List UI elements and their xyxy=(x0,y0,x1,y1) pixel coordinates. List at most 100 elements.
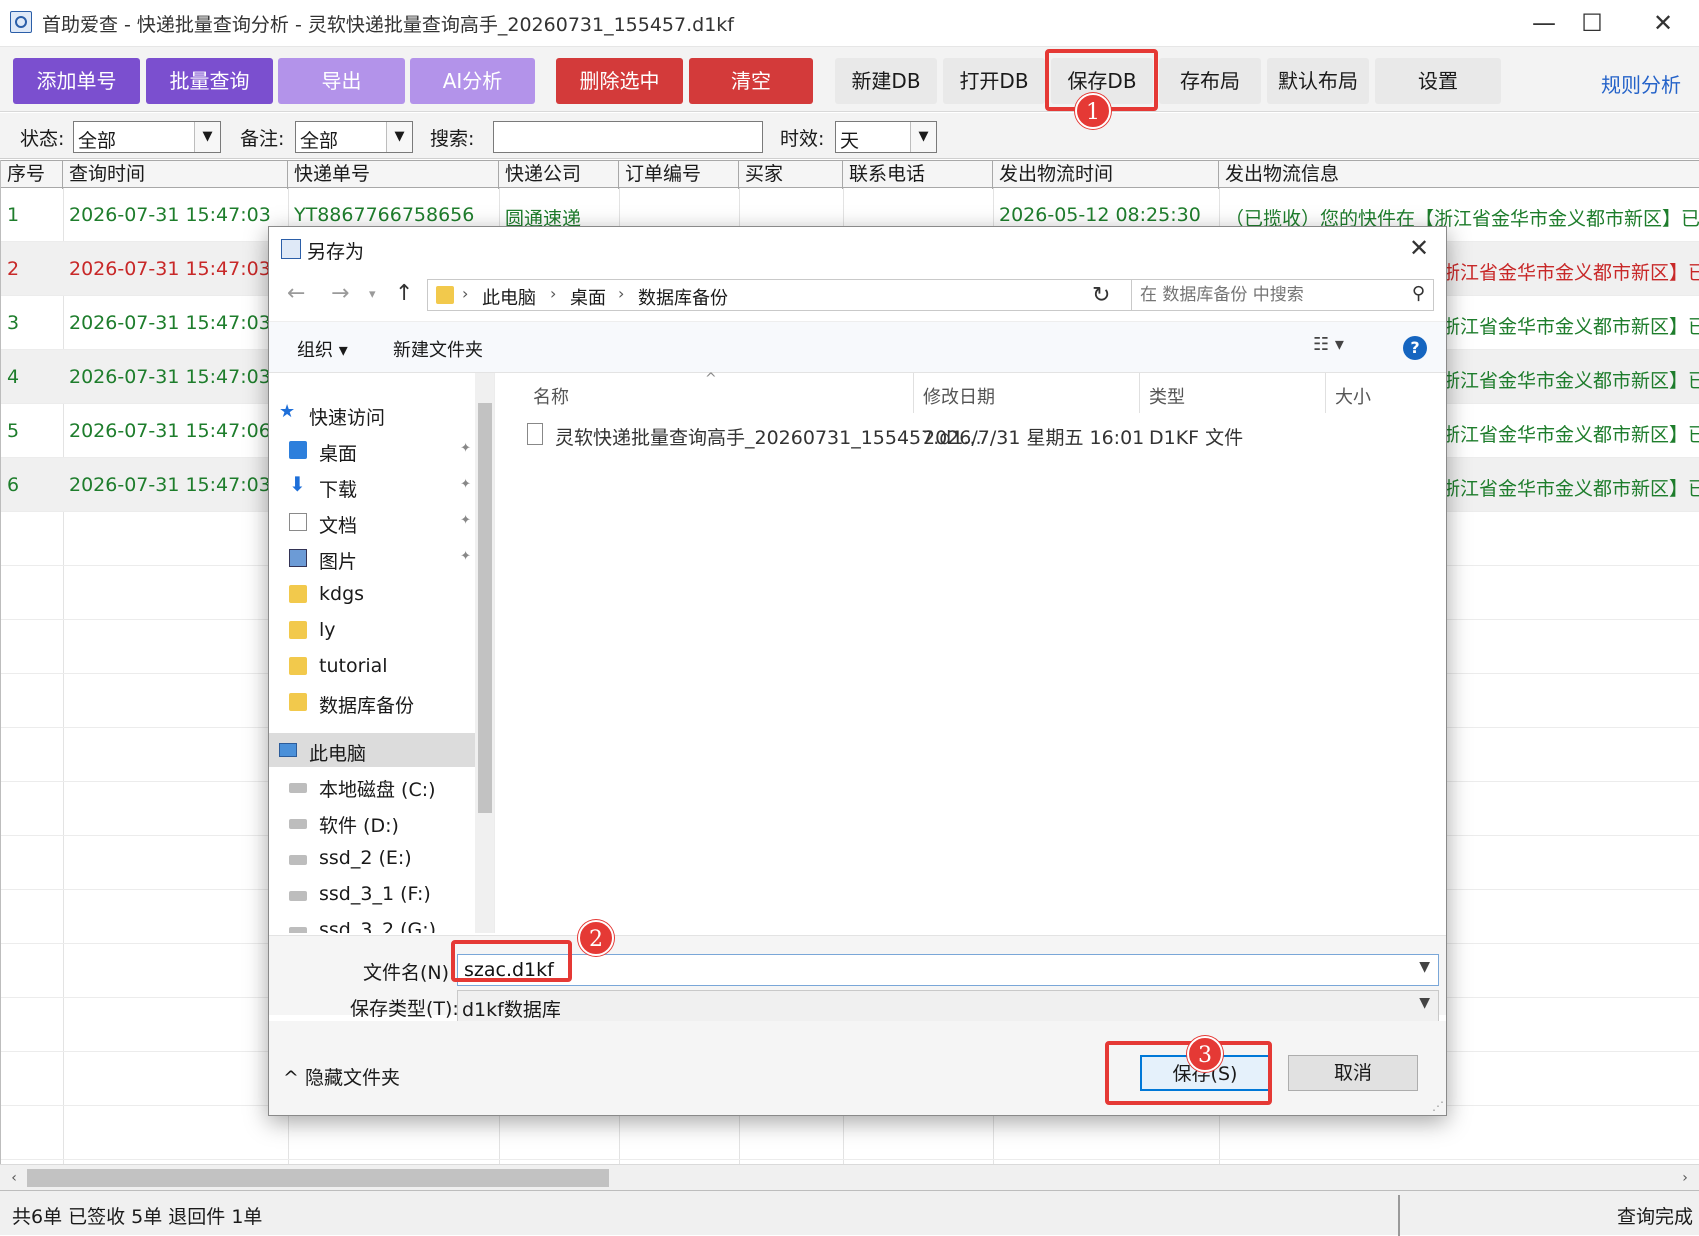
scrollbar-thumb[interactable] xyxy=(478,403,492,813)
minimize-button[interactable]: — xyxy=(1526,6,1562,40)
folder-search-input[interactable] xyxy=(1138,282,1398,308)
save-layout-button[interactable]: 存布局 xyxy=(1159,58,1261,104)
age-filter-value: 天 xyxy=(840,130,860,152)
nav-item[interactable]: 此电脑 xyxy=(269,733,477,767)
search-icon[interactable]: ⚲ xyxy=(1412,283,1425,304)
cancel-button[interactable]: 取消 xyxy=(1288,1055,1418,1091)
close-window-button[interactable]: ✕ xyxy=(1645,6,1681,40)
nav-item[interactable]: 桌面 ✦ xyxy=(269,433,477,467)
export-button[interactable]: 导出 xyxy=(278,58,405,104)
status-filter-value: 全部 xyxy=(78,130,117,152)
nav-item-label: ssd_3_1 (F:) xyxy=(319,883,431,905)
nav-item-label: 此电脑 xyxy=(309,743,367,765)
chevron-down-icon[interactable]: ▼ xyxy=(1419,959,1430,975)
rule-analysis-link[interactable]: 规则分析 xyxy=(1601,69,1681,98)
nav-item[interactable]: 图片 ✦ xyxy=(269,541,477,575)
column-header-size[interactable]: 大小 xyxy=(1335,383,1371,409)
default-layout-button[interactable]: 默认布局 xyxy=(1267,58,1369,104)
forward-arrow-icon[interactable]: → xyxy=(331,281,349,306)
folder-search-box[interactable]: ⚲ xyxy=(1131,279,1434,311)
cell-tracking-number: YT8867766758656 xyxy=(294,204,475,226)
nav-item[interactable]: 文档 ✦ xyxy=(269,505,477,539)
nav-item-label: 图片 xyxy=(319,551,358,573)
drive-icon xyxy=(289,927,307,933)
grid-horizontal-scrollbar[interactable]: ‹ › xyxy=(0,1164,1699,1190)
nav-item[interactable]: ssd_3_1 (F:) xyxy=(269,877,477,911)
column-header-phone[interactable]: 联系电话 xyxy=(843,161,993,189)
nav-item-label: ssd_3_2 (G:) xyxy=(319,919,437,933)
breadcrumb-this-pc[interactable]: 此电脑 xyxy=(482,284,536,310)
nav-item[interactable]: tutorial xyxy=(269,649,477,683)
breadcrumb-desktop[interactable]: 桌面 xyxy=(570,284,606,310)
column-header-query-time[interactable]: 查询时间 xyxy=(63,161,288,189)
nav-item[interactable]: ly xyxy=(269,613,477,647)
nav-item[interactable]: ★ 快速访问 xyxy=(269,397,477,431)
add-tracking-button[interactable]: 添加单号 xyxy=(13,58,140,104)
back-arrow-icon[interactable]: ← xyxy=(287,281,305,306)
search-input[interactable] xyxy=(493,121,763,153)
pin-icon: ✦ xyxy=(460,549,471,564)
nav-item[interactable]: 软件 (D:) xyxy=(269,805,477,839)
nav-item-label: tutorial xyxy=(319,655,388,677)
open-db-button[interactable]: 打开DB xyxy=(943,58,1045,104)
clear-button[interactable]: 清空 xyxy=(689,58,813,104)
up-arrow-icon[interactable]: ↑ xyxy=(395,281,413,306)
drive-icon xyxy=(289,891,307,901)
nav-item[interactable]: 数据库备份 xyxy=(269,685,477,719)
column-header-modified[interactable]: 修改日期 xyxy=(923,383,995,409)
breadcrumb-db-backup[interactable]: 数据库备份 xyxy=(638,284,728,310)
address-bar[interactable]: › 此电脑 › 桌面 › 数据库备份 ▼ xyxy=(427,279,1153,311)
nav-item[interactable]: ssd_3_2 (G:) xyxy=(269,913,477,933)
resize-grip-icon[interactable]: ⋰ xyxy=(1432,1099,1444,1113)
nav-item[interactable]: kdgs xyxy=(269,577,477,611)
column-header-tracking-number[interactable]: 快递单号 xyxy=(288,161,499,189)
remark-filter-select[interactable]: 全部 ▼ xyxy=(295,121,413,153)
cell-ship-info: 浙江省金华市金义都市新区】已 xyxy=(1441,370,1699,392)
column-header-ship-time[interactable]: 发出物流时间 xyxy=(993,161,1219,189)
new-folder-button[interactable]: 新建文件夹 xyxy=(393,336,483,362)
file-list-pane: ^ 名称 修改日期 类型 大小 灵软快递批量查询高手_20260731_1554… xyxy=(505,371,1446,933)
recent-locations-icon[interactable]: ▾ xyxy=(369,287,376,302)
chevron-right-icon: › xyxy=(462,284,469,303)
column-header-courier[interactable]: 快递公司 xyxy=(499,161,619,189)
navigation-scrollbar[interactable] xyxy=(475,373,494,933)
status-filter-label: 状态: xyxy=(20,128,65,150)
folder-icon xyxy=(289,693,307,711)
filename-input[interactable] xyxy=(462,957,1362,983)
folder-icon xyxy=(289,621,307,639)
filename-field[interactable]: ▼ xyxy=(457,954,1439,986)
view-options-icon[interactable]: ☷ ▾ xyxy=(1313,334,1344,355)
column-header-name[interactable]: 名称 xyxy=(533,383,569,409)
refresh-icon[interactable]: ↻ xyxy=(1092,283,1110,308)
hide-folders-toggle[interactable]: ^ 隐藏文件夹 xyxy=(283,1063,400,1090)
scroll-left-icon[interactable]: ‹ xyxy=(4,1167,24,1189)
file-list-item[interactable]: 灵软快递批量查询高手_20260731_155457.d1... 2026/7/… xyxy=(505,417,1446,451)
ai-analysis-button[interactable]: AI分析 xyxy=(410,58,535,104)
new-db-button[interactable]: 新建DB xyxy=(835,58,937,104)
nav-item[interactable]: 本地磁盘 (C:) xyxy=(269,769,477,803)
nav-item[interactable]: ssd_2 (E:) xyxy=(269,841,477,875)
scrollbar-thumb[interactable] xyxy=(27,1169,609,1187)
column-header-index[interactable]: 序号 xyxy=(1,161,63,189)
status-filter-select[interactable]: 全部 ▼ xyxy=(73,121,221,153)
delete-selected-button[interactable]: 删除选中 xyxy=(556,58,683,104)
settings-button[interactable]: 设置 xyxy=(1375,58,1501,104)
nav-item[interactable]: ⬇ 下载 ✦ xyxy=(269,469,477,503)
column-header-type[interactable]: 类型 xyxy=(1149,383,1185,409)
organize-menu[interactable]: 组织 ▾ xyxy=(297,336,348,362)
filetype-select[interactable]: d1kf数据库 ▼ xyxy=(457,990,1439,1022)
scroll-right-icon[interactable]: › xyxy=(1675,1167,1695,1189)
column-header-ship-info[interactable]: 发出物流信息 xyxy=(1219,161,1699,189)
batch-query-button[interactable]: 批量查询 xyxy=(146,58,273,104)
maximize-button[interactable]: ☐ xyxy=(1574,6,1610,40)
dialog-close-button[interactable]: ✕ xyxy=(1404,233,1434,263)
file-name: 灵软快递批量查询高手_20260731_155457.d1... xyxy=(555,427,982,449)
pin-icon: ✦ xyxy=(460,441,471,456)
column-header-buyer[interactable]: 买家 xyxy=(739,161,843,189)
chevron-right-icon: › xyxy=(550,284,557,303)
age-filter-select[interactable]: 天 ▼ xyxy=(835,121,937,153)
chevron-down-icon: ▼ xyxy=(386,122,412,152)
nav-item-label: 软件 (D:) xyxy=(319,815,399,837)
column-header-order-number[interactable]: 订单编号 xyxy=(619,161,739,189)
help-icon[interactable]: ? xyxy=(1403,336,1427,360)
